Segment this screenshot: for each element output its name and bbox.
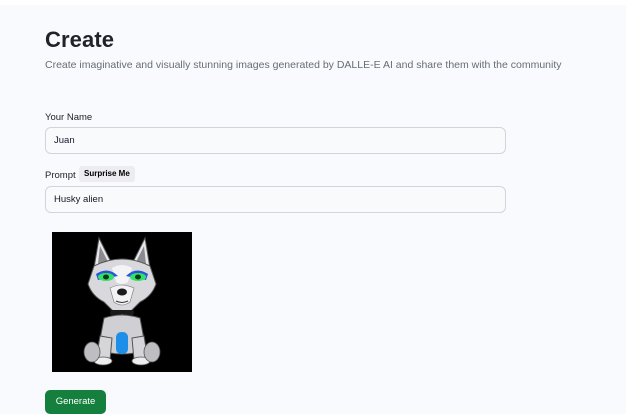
name-label: Your Name xyxy=(45,112,93,123)
page-title: Create xyxy=(45,27,115,52)
name-input[interactable] xyxy=(45,127,506,154)
husky-alien-illustration xyxy=(52,232,192,372)
generated-image-preview xyxy=(52,232,192,372)
prompt-label: Prompt xyxy=(45,170,76,181)
generate-button[interactable]: Generate xyxy=(45,390,106,414)
top-bar xyxy=(0,0,626,5)
page-subtitle: Create imaginative and visually stunning… xyxy=(45,59,562,71)
prompt-input[interactable] xyxy=(45,186,506,213)
surprise-me-button[interactable]: Surprise Me xyxy=(79,166,135,182)
